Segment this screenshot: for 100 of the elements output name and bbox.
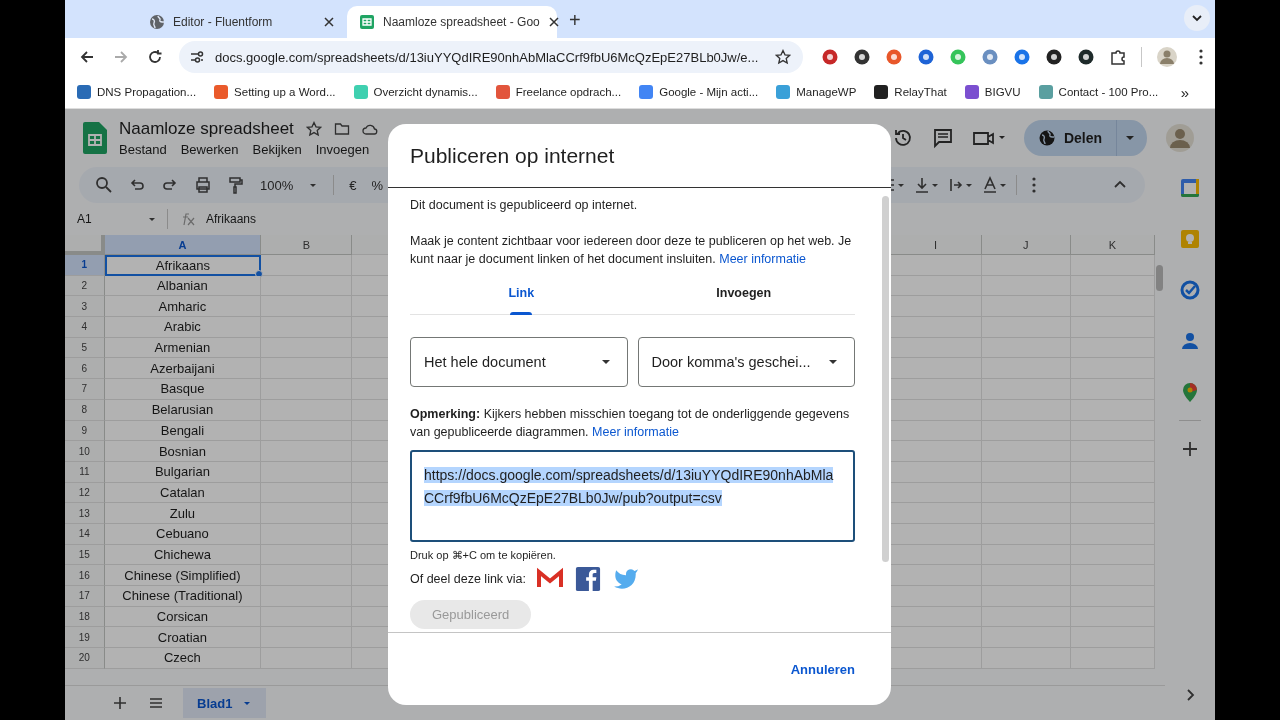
row-header[interactable]: 1	[65, 255, 105, 276]
row-header[interactable]: 14	[65, 523, 105, 545]
sheets-logo-icon[interactable]	[83, 122, 107, 154]
share-menu-caret-icon[interactable]	[1116, 120, 1147, 156]
row-header[interactable]: 20	[65, 648, 105, 669]
table-cell[interactable]	[890, 586, 982, 607]
table-cell[interactable]: Bosnian	[104, 441, 262, 462]
dropdown[interactable]: Door komma's geschei...	[637, 337, 855, 387]
print-icon[interactable]	[194, 176, 212, 194]
table-cell[interactable]	[890, 358, 982, 380]
select-all-corner[interactable]	[65, 235, 105, 255]
facebook-icon[interactable]	[574, 566, 603, 592]
row-header[interactable]: 19	[65, 627, 105, 649]
bookmark[interactable]: Overzicht dynamis...	[353, 85, 478, 99]
dialog-tab[interactable]: Link	[410, 280, 633, 314]
folder-icon[interactable]	[333, 121, 350, 137]
add-sheet-icon[interactable]	[111, 694, 129, 712]
row-header[interactable]: 3	[65, 296, 105, 318]
zoom-dropdown[interactable]: 100%	[260, 177, 294, 193]
currency-format-button[interactable]: €	[349, 177, 357, 193]
close-icon[interactable]	[547, 16, 560, 28]
name-box[interactable]: A1	[77, 212, 137, 226]
tasks-icon[interactable]	[1179, 279, 1201, 301]
bookmark[interactable]: RelayThat	[874, 85, 947, 99]
table-cell[interactable]	[890, 503, 982, 524]
avatar-icon[interactable]	[1156, 46, 1178, 68]
row-header[interactable]: 7	[65, 379, 105, 400]
avatar-icon[interactable]	[1165, 123, 1195, 153]
table-cell[interactable]: Azerbaijani	[104, 358, 262, 380]
table-cell[interactable]: Croatian	[104, 627, 262, 649]
row-header[interactable]: 11	[65, 461, 105, 483]
table-cell[interactable]: Zulu	[104, 503, 262, 524]
puzzle-icon[interactable]	[1109, 48, 1127, 66]
comment-icon[interactable]	[931, 127, 954, 149]
row-header[interactable]: 2	[65, 275, 105, 297]
table-cell[interactable]: Czech	[104, 648, 262, 669]
tune-icon[interactable]	[189, 49, 205, 65]
table-cell[interactable]	[890, 255, 982, 276]
close-icon[interactable]	[323, 16, 335, 28]
table-cell[interactable]	[890, 627, 982, 649]
calendar-icon[interactable]	[1179, 177, 1201, 199]
learn-more-link[interactable]: Meer informatie	[592, 425, 679, 439]
table-cell[interactable]	[890, 317, 982, 338]
extension-icon[interactable]	[853, 48, 871, 66]
table-cell[interactable]: Amharic	[104, 296, 262, 318]
bookmark[interactable]: ManageWP	[776, 85, 857, 99]
table-cell[interactable]: Basque	[104, 379, 262, 400]
table-cell[interactable]: Chinese (Simplified)	[104, 565, 262, 586]
row-header[interactable]: 16	[65, 565, 105, 586]
table-cell[interactable]: Chinese (Traditional)	[104, 586, 262, 607]
row-header[interactable]: 12	[65, 482, 105, 504]
row-header[interactable]: 4	[65, 317, 105, 338]
bookmark[interactable]: DNS Propagation...	[77, 85, 197, 99]
menu-item[interactable]: Bekijken	[252, 142, 302, 157]
formula-field[interactable]: Afrikaans	[206, 212, 257, 226]
row-header[interactable]: 17	[65, 586, 105, 607]
bookmark[interactable]: Contact - 100 Pro...	[1038, 85, 1159, 99]
column-header[interactable]: A	[104, 235, 262, 255]
star-icon[interactable]	[305, 121, 322, 137]
row-header[interactable]: 9	[65, 420, 105, 442]
browser-tab[interactable]: Editor - Fluentform	[137, 6, 347, 38]
bird-icon[interactable]	[612, 566, 641, 592]
table-cell[interactable]	[890, 565, 982, 586]
star-icon[interactable]	[775, 49, 791, 65]
scrollbar-thumb[interactable]	[882, 196, 889, 562]
row-header[interactable]: 5	[65, 337, 105, 359]
table-cell[interactable]	[1070, 255, 1155, 276]
bookmark[interactable]: Google - Mijn acti...	[639, 85, 759, 99]
row-header[interactable]: 18	[65, 606, 105, 628]
table-cell[interactable]	[261, 275, 353, 297]
table-cell[interactable]	[981, 255, 1071, 276]
table-cell[interactable]	[890, 379, 982, 400]
search-icon[interactable]	[95, 176, 113, 194]
menu-item[interactable]: Bewerken	[180, 142, 239, 157]
text-rotation-icon[interactable]	[982, 176, 1008, 194]
table-cell[interactable]: Arabic	[104, 317, 262, 338]
bookmark[interactable]: Setting up a Word...	[214, 85, 336, 99]
row-header[interactable]: 15	[65, 544, 105, 566]
menu-item[interactable]: Invoegen	[315, 142, 370, 157]
table-cell[interactable]	[261, 255, 353, 276]
extension-icon[interactable]	[1077, 48, 1095, 66]
percent-format-button[interactable]: %	[371, 177, 384, 193]
table-cell[interactable]	[890, 296, 982, 318]
lightbulb-icon[interactable]	[1179, 228, 1201, 250]
table-cell[interactable]	[890, 648, 982, 669]
address-bar[interactable]: docs.google.com/spreadsheets/d/13iuYYQdIRE90nhAbMlaCCrf9fbU6McQzEpE27BLb0Jw/e...	[179, 41, 803, 73]
learn-more-link[interactable]: Meer informatie	[719, 252, 807, 266]
table-cell[interactable]: Afrikaans	[104, 255, 262, 276]
scrollbar-thumb[interactable]	[1156, 265, 1163, 291]
table-cell[interactable]	[890, 441, 982, 462]
cancel-button[interactable]: Annuleren	[784, 660, 861, 678]
sheet-tab[interactable]: Blad1	[183, 688, 267, 718]
row-header[interactable]: 8	[65, 399, 105, 421]
url-field[interactable]: https://docs.google.com/spreadsheets/d/13iuYYQdIRE90nhAbMlaCCrf9fbU6McQzEpE27BLb0Jw/pub?output=csv	[410, 450, 855, 542]
paint-roller-icon[interactable]	[227, 176, 245, 194]
row-header[interactable]: 13	[65, 503, 105, 524]
bookmark[interactable]: BIGVU	[964, 85, 1021, 99]
new-tab-button[interactable]: +	[569, 9, 581, 32]
extension-icon[interactable]	[1045, 48, 1063, 66]
text-wrap-icon[interactable]	[948, 176, 974, 194]
